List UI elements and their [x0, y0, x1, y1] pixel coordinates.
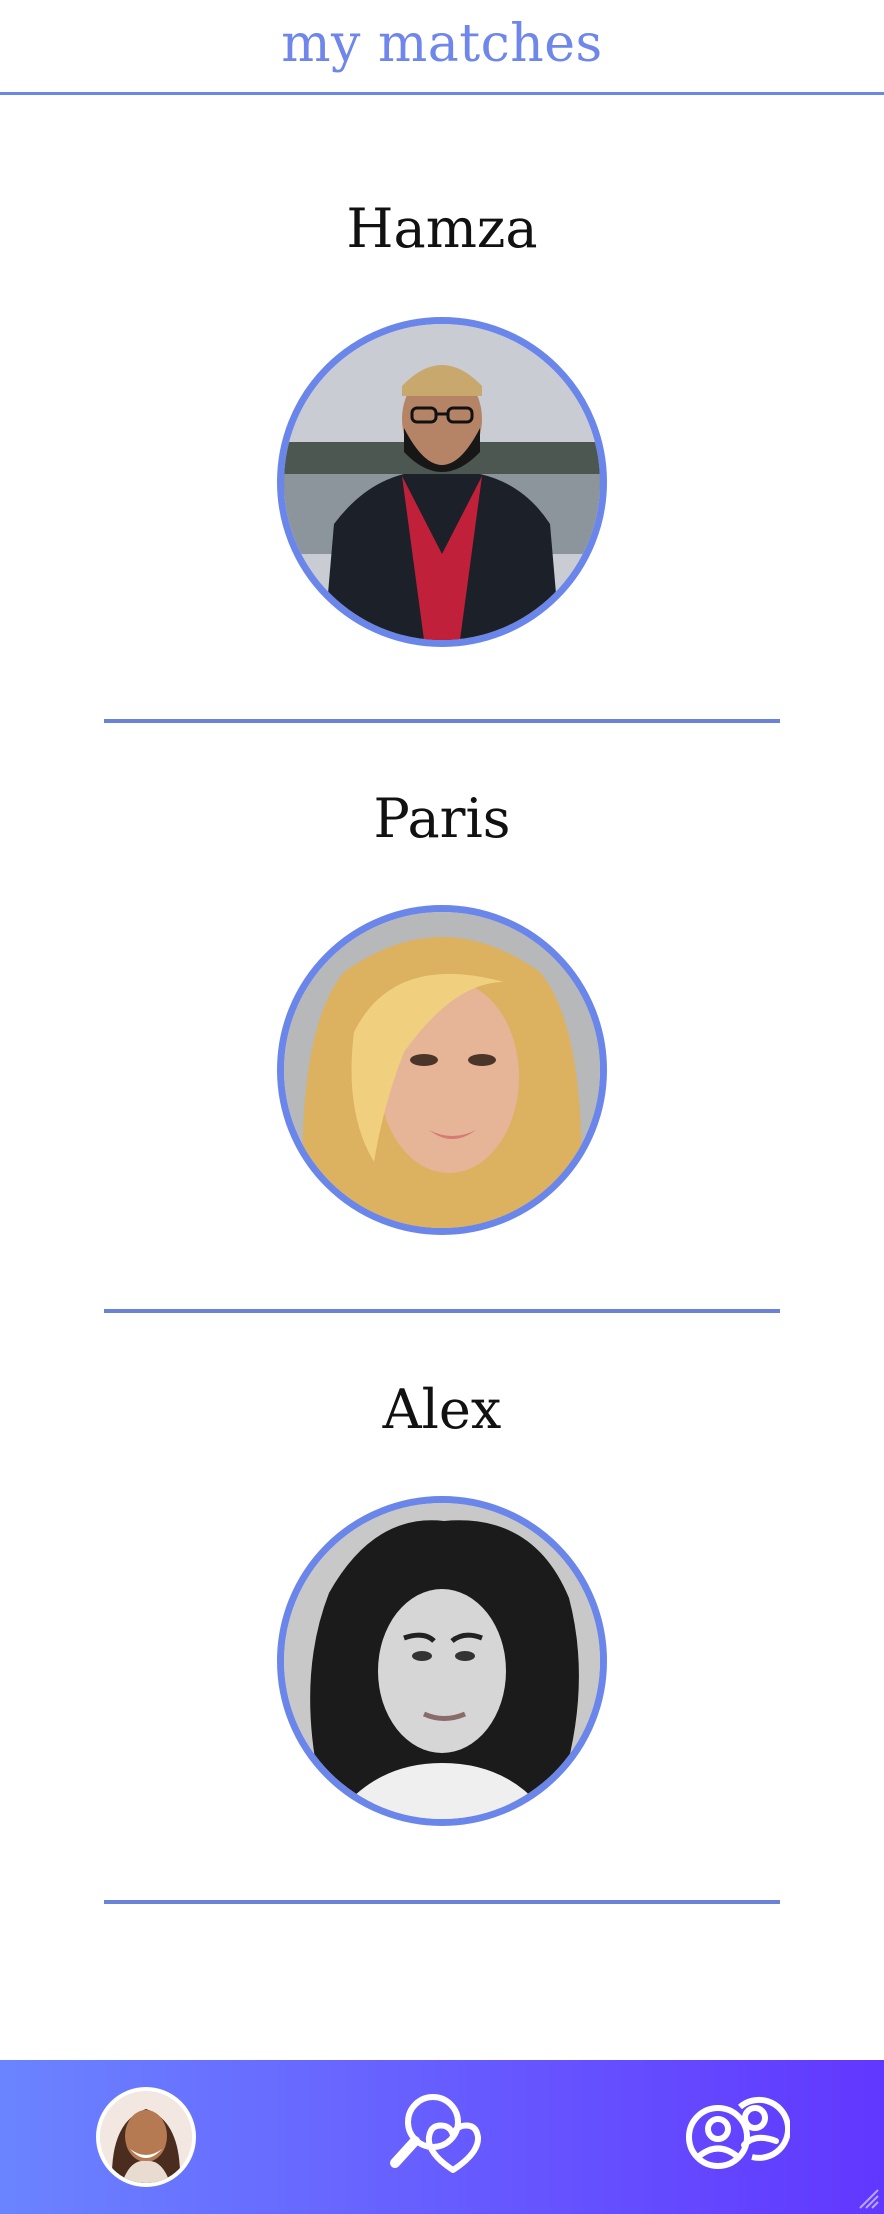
divider	[104, 1900, 780, 1904]
page-title: my matches	[281, 14, 603, 74]
match-name: Paris	[373, 787, 511, 850]
bottom-nav	[0, 2060, 884, 2214]
resize-grip-icon[interactable]	[856, 2186, 880, 2210]
match-photo[interactable]	[277, 1496, 607, 1826]
search-heart-icon[interactable]	[387, 2085, 497, 2189]
match-name: Hamza	[346, 197, 538, 260]
match-photo[interactable]	[277, 905, 607, 1235]
match-photo[interactable]	[277, 317, 607, 647]
match-card[interactable]: Hamza	[0, 197, 884, 787]
match-name: Alex	[382, 1378, 502, 1441]
divider	[104, 1309, 780, 1313]
divider	[104, 719, 780, 723]
app-header: my matches	[0, 0, 884, 95]
profile-avatar[interactable]	[96, 2087, 196, 2187]
people-icon[interactable]	[680, 2085, 792, 2189]
match-card[interactable]: Paris	[0, 787, 884, 1377]
match-card[interactable]: Alex	[0, 1378, 884, 1968]
